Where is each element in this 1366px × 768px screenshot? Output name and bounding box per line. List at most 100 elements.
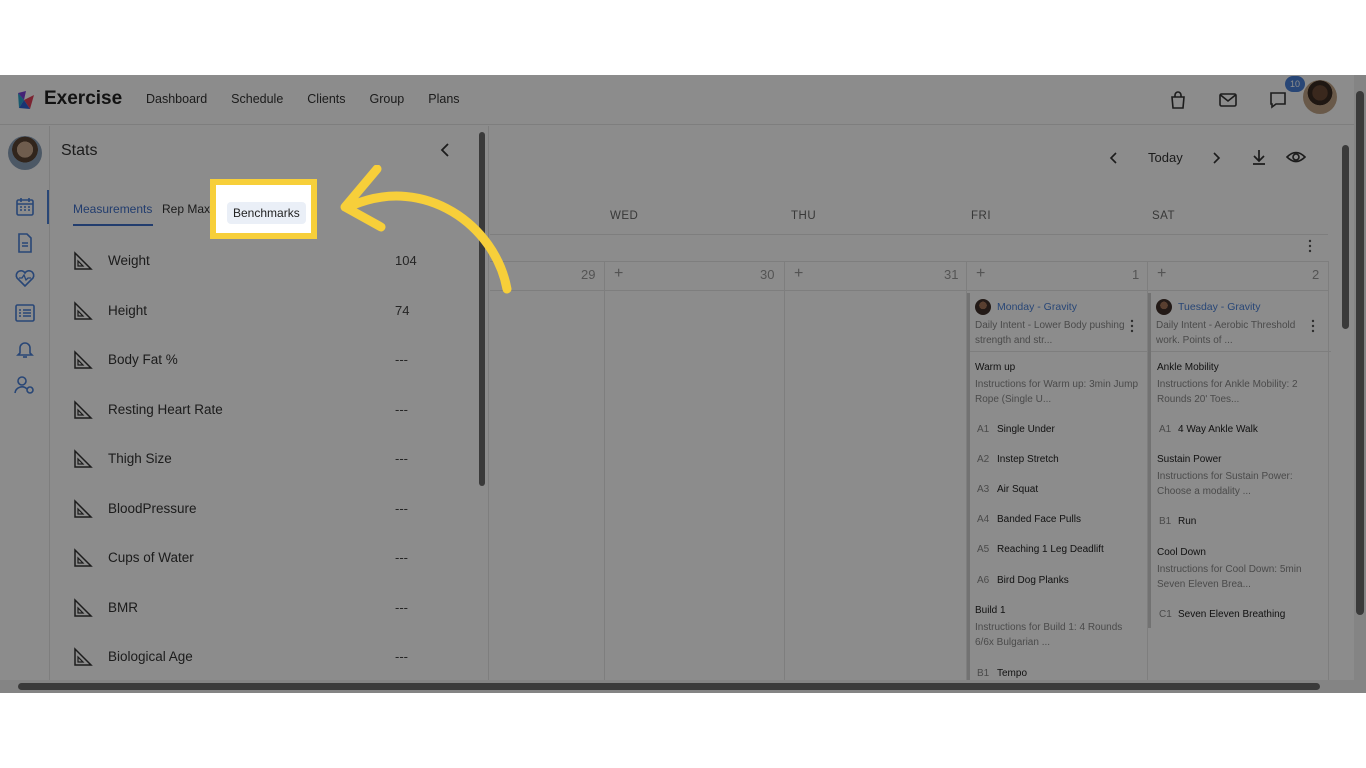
add-workout-button[interactable]: + — [1157, 265, 1166, 283]
metric-row[interactable]: Body Fat % --- — [73, 345, 423, 375]
horizontal-scrollbar-thumb[interactable] — [18, 683, 1320, 690]
rail-active-indicator — [47, 190, 49, 224]
nav-schedule[interactable]: Schedule — [231, 92, 283, 106]
document-icon[interactable] — [14, 232, 36, 254]
exercise-name[interactable]: Air Squat — [997, 484, 1038, 495]
daily-intent: Daily Intent - Lower Body pushing streng… — [975, 320, 1125, 346]
top-navigation: Exercise Dashboard Schedule Clients Grou… — [0, 75, 1354, 125]
divider — [490, 290, 1328, 291]
nav-group[interactable]: Group — [370, 92, 405, 106]
day-header-thu: THU — [791, 210, 817, 222]
chevron-left-icon[interactable] — [436, 140, 456, 160]
metric-row[interactable]: BMR --- — [73, 593, 423, 623]
chat-icon[interactable] — [1268, 90, 1288, 110]
calendar-view: Today WED THU FRI SAT 29 + 30 + 31 + 1 +… — [490, 126, 1354, 683]
metric-value: --- — [395, 550, 408, 565]
chevron-right-icon[interactable] — [1208, 150, 1224, 166]
today-button[interactable]: Today — [1148, 150, 1183, 165]
user-settings-icon[interactable] — [14, 374, 36, 396]
metric-value: --- — [395, 649, 408, 664]
session-title[interactable]: Monday - Gravity — [997, 301, 1077, 313]
stats-title: Stats — [61, 142, 98, 159]
exercise-name[interactable]: Bird Dog Planks — [997, 575, 1069, 586]
ruler-triangle-icon — [74, 449, 93, 468]
mail-icon[interactable] — [1218, 90, 1238, 110]
date-number: 2 — [1312, 267, 1320, 282]
exercise-name[interactable]: Run — [1178, 516, 1196, 527]
metric-row[interactable]: BloodPressure --- — [73, 494, 423, 524]
add-workout-button[interactable]: + — [976, 265, 985, 283]
block-note: Instructions for Warm up: 3min Jump Rope… — [975, 379, 1139, 405]
metric-value: --- — [395, 402, 408, 417]
exercise-name[interactable]: Instep Stretch — [997, 454, 1059, 465]
eye-icon[interactable] — [1286, 148, 1306, 166]
exercise-code: A3 — [977, 484, 990, 495]
nav-dashboard[interactable]: Dashboard — [146, 92, 207, 106]
block-note: Instructions for Cool Down: 5min Seven E… — [1157, 564, 1302, 590]
more-vertical-icon[interactable] — [1128, 319, 1136, 333]
nav-plans[interactable]: Plans — [428, 92, 459, 106]
app-brand[interactable]: Exercise — [44, 88, 122, 110]
session-title[interactable]: Tuesday - Gravity — [1178, 301, 1260, 313]
metric-label: Cups of Water — [108, 550, 194, 565]
metric-row[interactable]: Thigh Size --- — [73, 444, 423, 474]
ruler-triangle-icon — [74, 400, 93, 419]
block-title: Ankle Mobility — [1157, 362, 1219, 373]
nav-clients[interactable]: Clients — [307, 92, 345, 106]
tab-rep-maxes[interactable]: Rep Maxes — [162, 202, 216, 216]
main-nav: Dashboard Schedule Clients Group Plans — [146, 92, 484, 106]
divider — [490, 234, 1328, 235]
exercise-name[interactable]: Banded Face Pulls — [997, 514, 1081, 525]
day-header-sat: SAT — [1152, 210, 1176, 222]
exercise-name[interactable]: Single Under — [997, 424, 1055, 435]
block-title: Cool Down — [1157, 547, 1206, 558]
daily-intent: Daily Intent - Aerobic Threshold work. P… — [1156, 320, 1296, 346]
tab-benchmarks[interactable]: Benchmarks — [227, 202, 306, 224]
list-icon[interactable] — [14, 302, 36, 324]
metric-row[interactable]: Resting Heart Rate --- — [73, 395, 423, 425]
divider — [1151, 351, 1331, 352]
workout-card-saturday[interactable]: Tuesday - Gravity Daily Intent - Aerobic… — [1148, 293, 1331, 628]
app-logo-icon[interactable] — [16, 89, 36, 111]
calendar-icon[interactable] — [14, 196, 36, 218]
user-avatar[interactable] — [1303, 80, 1337, 114]
callout-arrow-icon — [340, 165, 512, 294]
exercise-name[interactable]: Tempo — [997, 668, 1027, 679]
exercise-code: B1 — [1159, 516, 1172, 527]
chevron-left-icon[interactable] — [1106, 150, 1122, 166]
exercise-name[interactable]: Seven Eleven Breathing — [1178, 609, 1285, 620]
shopping-bag-icon[interactable] — [1168, 90, 1188, 110]
add-workout-button[interactable]: + — [614, 265, 623, 283]
block-note: Instructions for Sustain Power: Choose a… — [1157, 471, 1293, 497]
metric-label: Thigh Size — [108, 451, 172, 466]
date-number: 30 — [760, 267, 775, 282]
exercise-code: A5 — [977, 544, 990, 555]
metric-label: Body Fat % — [108, 352, 178, 367]
metric-row[interactable]: Biological Age --- — [73, 642, 423, 672]
ruler-triangle-icon — [74, 301, 93, 320]
exercise-name[interactable]: Reaching 1 Leg Deadlift — [997, 544, 1104, 555]
calendar-scrollbar[interactable] — [1342, 145, 1349, 329]
active-tab-underline — [73, 224, 153, 226]
tab-measurements[interactable]: Measurements — [73, 202, 152, 216]
metric-value: --- — [395, 600, 408, 615]
exercise-name[interactable]: 4 Way Ankle Walk — [1178, 424, 1258, 435]
metric-label: BloodPressure — [108, 501, 197, 516]
client-avatar[interactable] — [8, 136, 42, 170]
metric-value: --- — [395, 501, 408, 516]
page-scrollbar-thumb[interactable] — [1356, 91, 1364, 615]
metric-label: Weight — [108, 253, 150, 268]
metric-label: Resting Heart Rate — [108, 402, 223, 417]
download-icon[interactable] — [1250, 148, 1268, 166]
column-divider — [784, 261, 785, 681]
ruler-triangle-icon — [74, 647, 93, 666]
bell-icon[interactable] — [14, 338, 36, 360]
more-vertical-icon[interactable] — [1309, 319, 1317, 333]
day-header-wed: WED — [610, 210, 639, 222]
heart-pulse-icon[interactable] — [14, 267, 36, 289]
workout-card-friday[interactable]: Monday - Gravity Daily Intent - Lower Bo… — [967, 293, 1150, 683]
add-workout-button[interactable]: + — [794, 265, 803, 283]
more-vertical-icon[interactable] — [1306, 239, 1314, 253]
metric-row[interactable]: Cups of Water --- — [73, 543, 423, 573]
exercise-code: A1 — [1159, 424, 1172, 435]
